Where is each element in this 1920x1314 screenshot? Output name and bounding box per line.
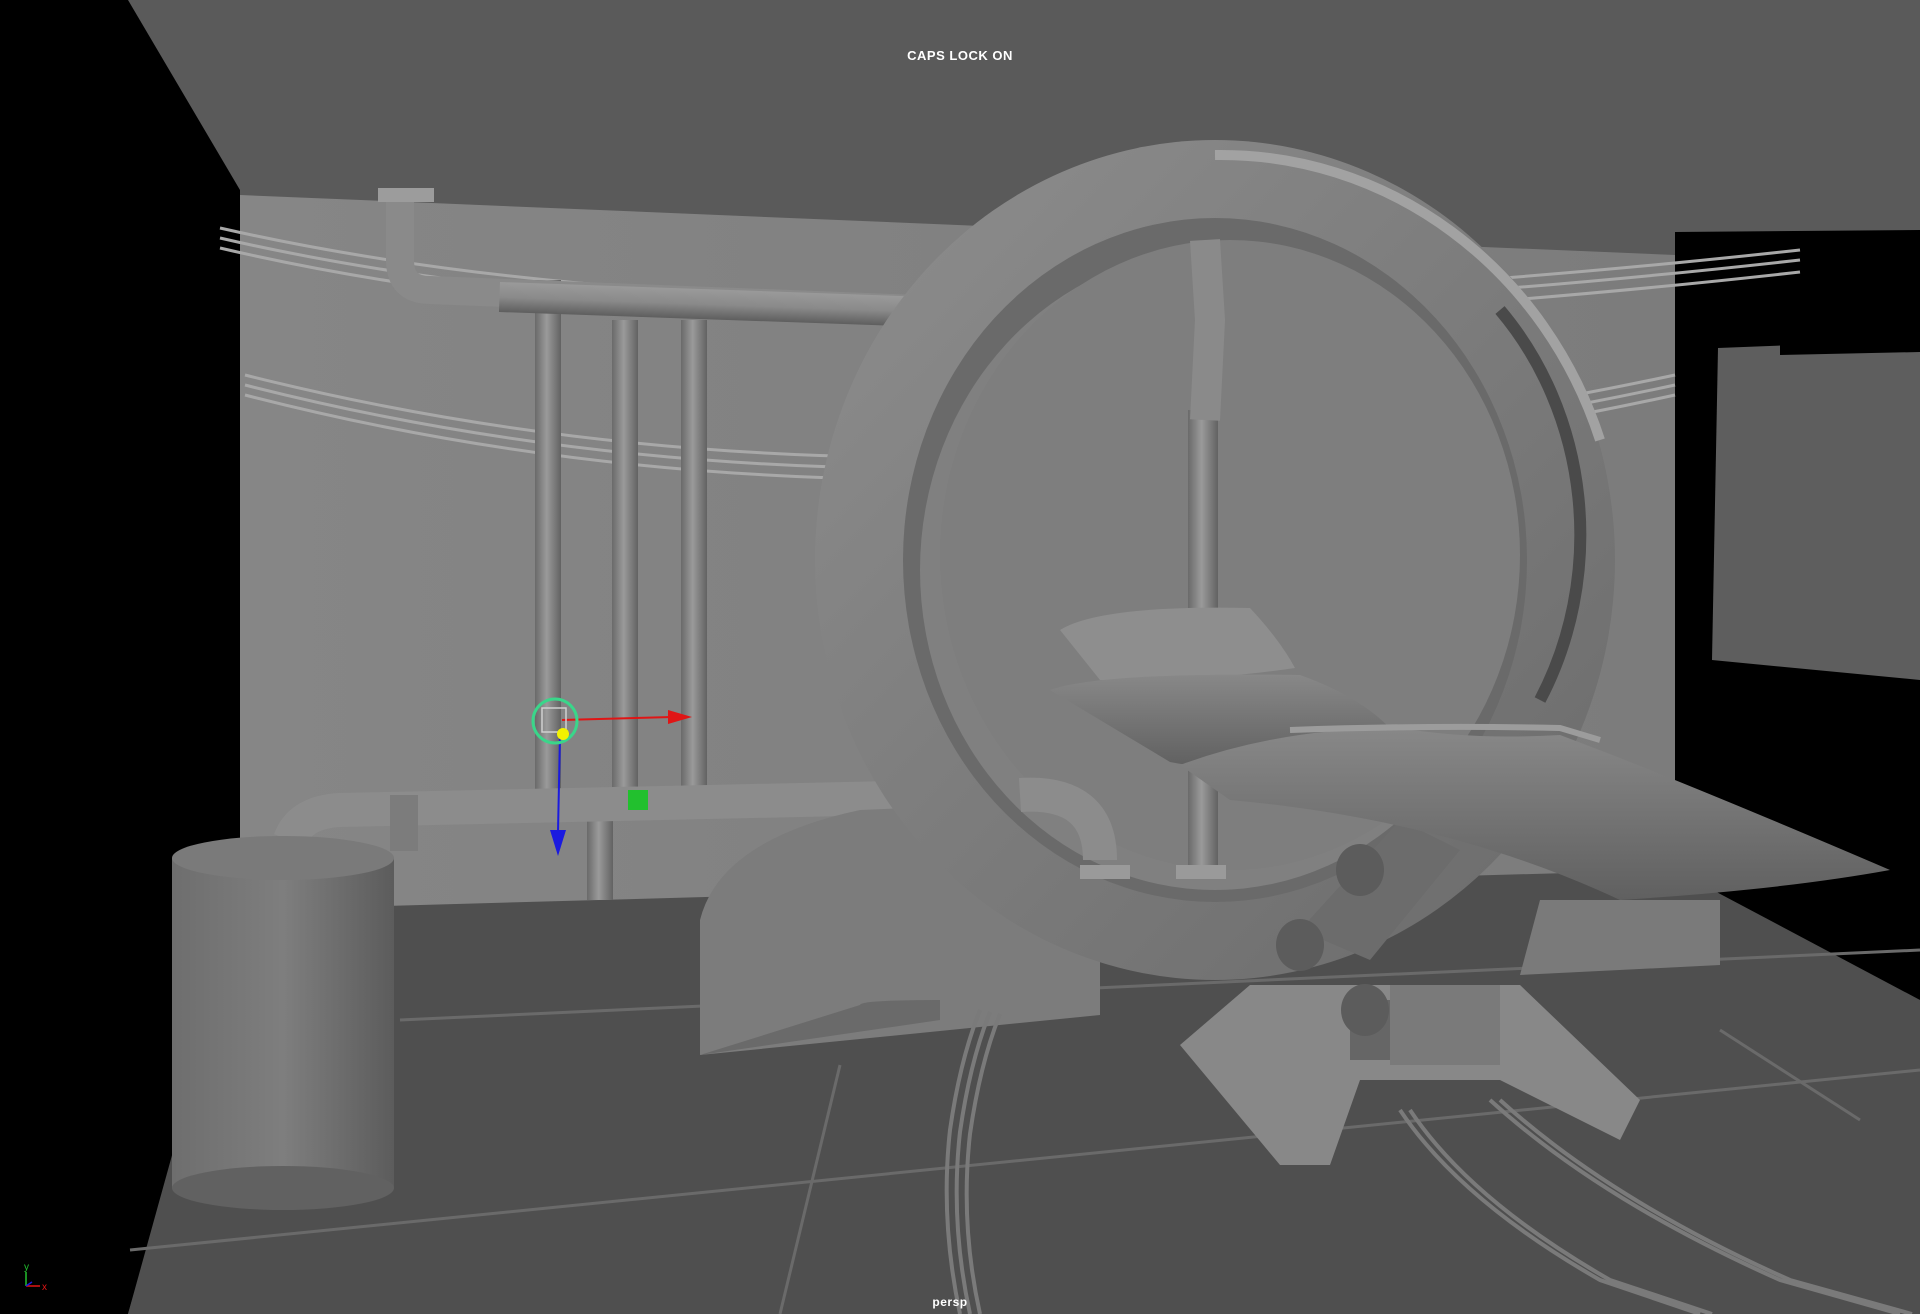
axis-x-label: x bbox=[42, 1282, 47, 1292]
persp-viewport[interactable]: CAPS LOCK ON persp y x bbox=[0, 0, 1920, 1314]
caps-lock-message: CAPS LOCK ON bbox=[907, 48, 1013, 63]
scene-render[interactable] bbox=[0, 0, 1920, 1314]
axis-gizmo-icon: y x bbox=[14, 1252, 54, 1293]
camera-name-label: persp bbox=[932, 1295, 968, 1309]
right-window bbox=[1712, 340, 1920, 680]
manip-z-plane-handle[interactable] bbox=[628, 790, 648, 810]
axis-y-label: y bbox=[24, 1262, 29, 1273]
manip-center-handle[interactable] bbox=[557, 728, 569, 740]
barrel bbox=[172, 836, 394, 1210]
